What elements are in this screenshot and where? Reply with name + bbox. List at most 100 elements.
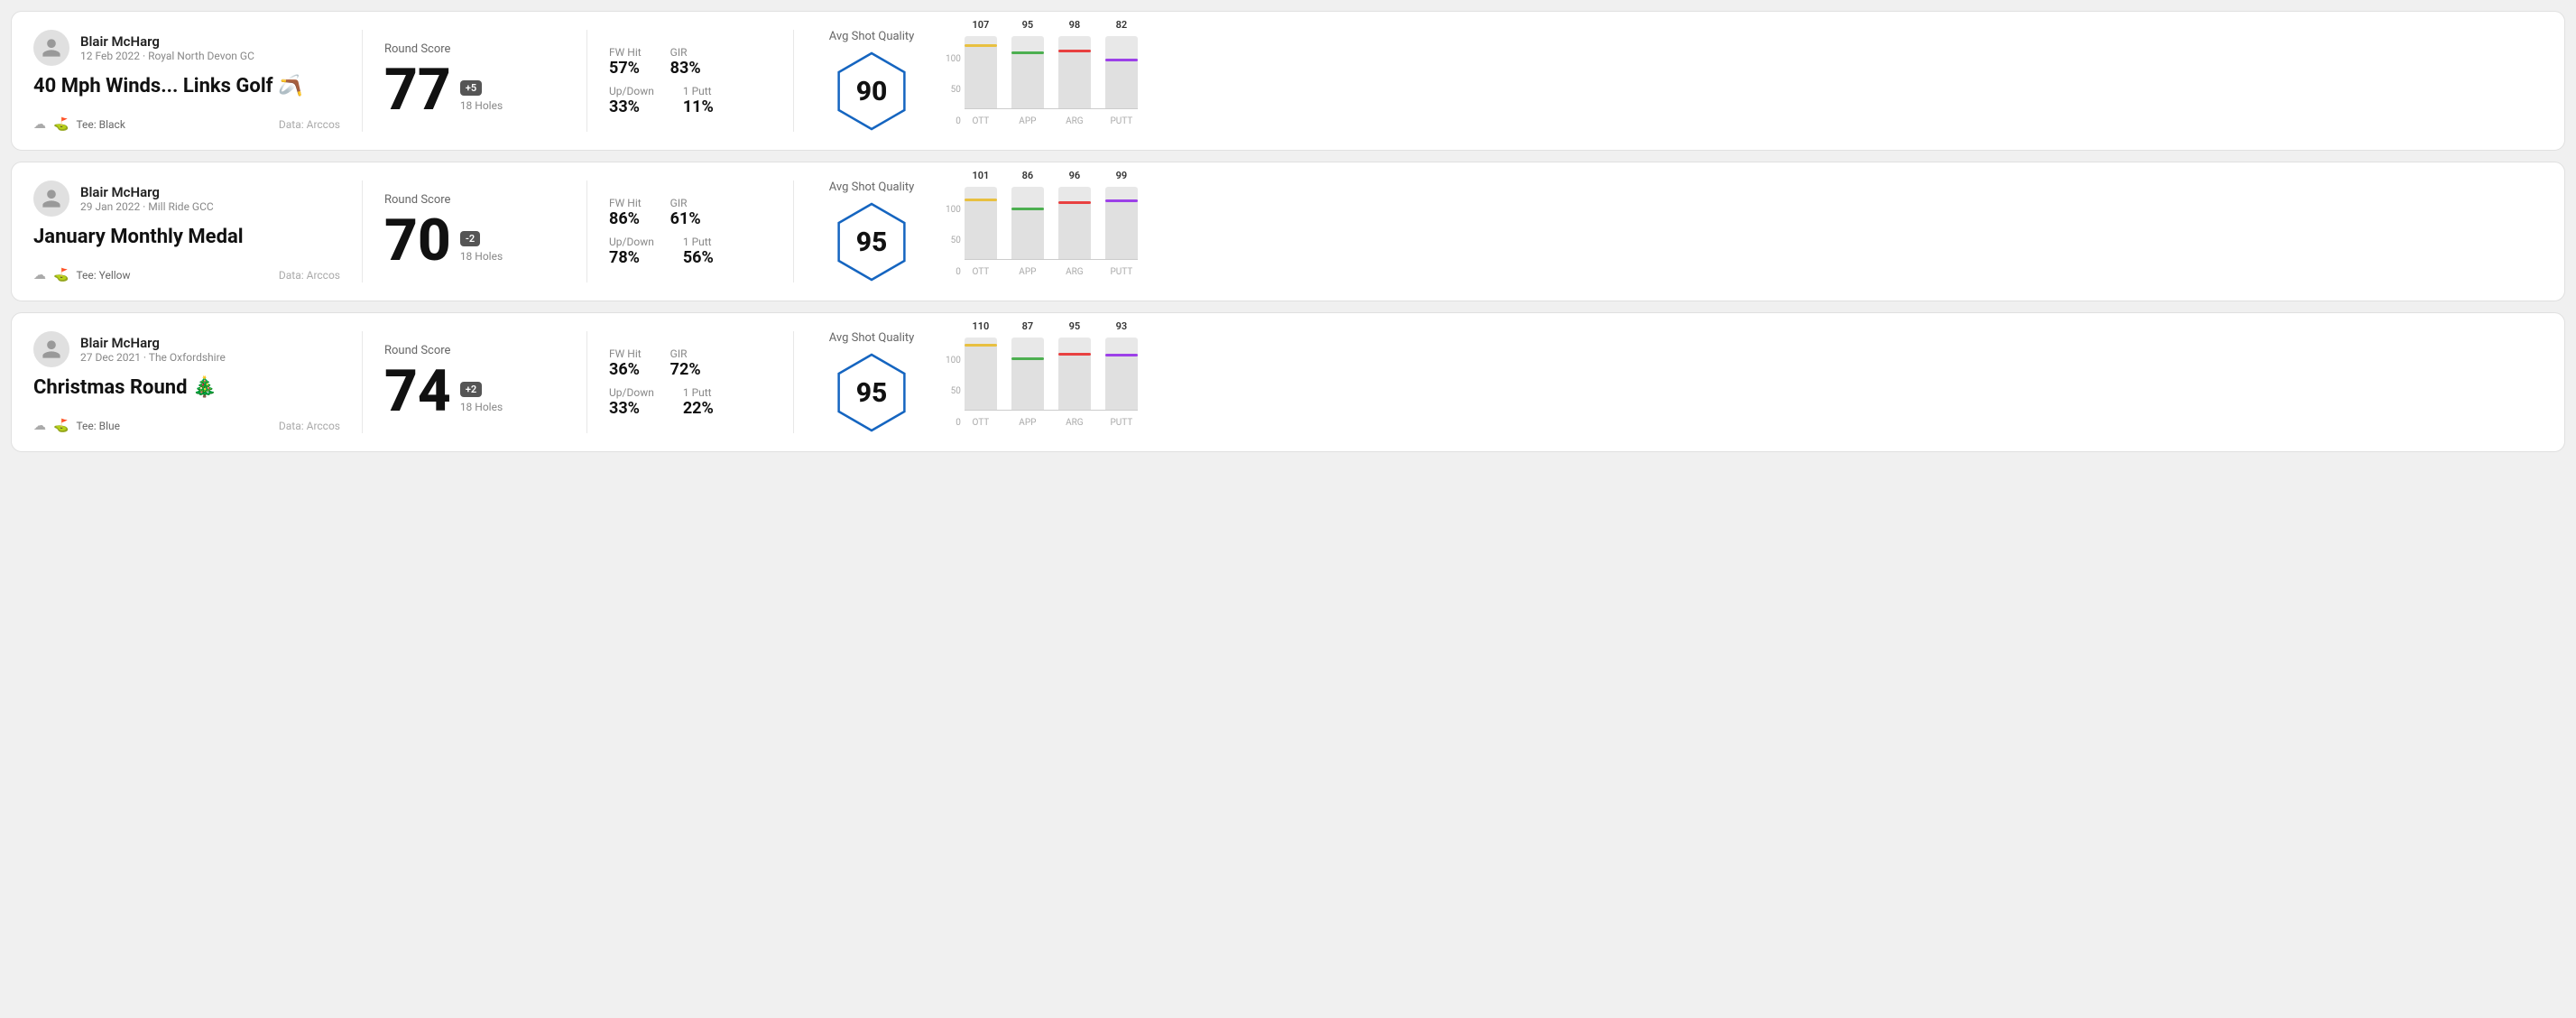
divider-2-1 — [586, 30, 587, 132]
hexagon-score-3: 95 — [856, 377, 888, 409]
cloud-icon-3: ☁ — [33, 419, 46, 433]
bar-value-ott: 101 — [972, 170, 989, 181]
bar-chart-area-1: 100 50 0 107 95 98 82 — [946, 36, 2543, 126]
tee-label-1: Tee: Black — [76, 118, 125, 131]
date-course-3: 27 Dec 2021 · The Oxfordshire — [80, 351, 226, 364]
divider-1-3 — [362, 331, 363, 433]
bar-indicator-ott — [965, 344, 997, 347]
hexagon-score-1: 90 — [856, 76, 888, 107]
bar-group-app: 86 — [1011, 170, 1044, 259]
bar-indicator-arg — [1058, 353, 1091, 356]
bar-fill-app — [1011, 51, 1044, 108]
tee-label-2: Tee: Yellow — [76, 269, 130, 282]
oneputt-stat-2: 1 Putt 56% — [683, 236, 714, 267]
score-number-2: 70 — [384, 212, 451, 270]
hexagon-container-1: 90 — [826, 51, 917, 132]
fw-hit-label-3: FW Hit — [609, 347, 642, 360]
bars-row: 110 87 95 93 — [965, 338, 1138, 410]
score-badge-3: +2 — [460, 382, 482, 397]
round-card-2: Blair McHarg 29 Jan 2022 · Mill Ride GCC… — [11, 162, 2565, 301]
bar-group-app: 95 — [1011, 19, 1044, 108]
score-badge-holes-1: +5 18 Holes — [460, 80, 503, 112]
x-label-app: APP — [1011, 116, 1044, 126]
person-icon — [41, 338, 62, 360]
y-axis: 100 50 0 — [946, 54, 961, 126]
bars-and-labels: 101 86 96 99 OTTAPPARGPUTT — [965, 187, 1138, 277]
bar-fill-arg — [1058, 50, 1091, 108]
bar-group-putt: 99 — [1105, 170, 1138, 259]
x-axis-line — [965, 410, 1138, 411]
tee-info-2: ☁ ⛳ Tee: Yellow — [33, 268, 131, 282]
y-label-50: 50 — [946, 386, 961, 396]
y-label-100: 100 — [946, 54, 961, 64]
stats-section-1: FW Hit 57% GIR 83% Up/Down 33% 1 Putt 11… — [609, 30, 771, 132]
bar-value-ott: 107 — [972, 19, 989, 31]
oneputt-stat-1: 1 Putt 11% — [683, 85, 714, 116]
score-label-3: Round Score — [384, 344, 565, 357]
player-info-1: Blair McHarg 12 Feb 2022 · Royal North D… — [80, 33, 254, 62]
player-header-1: Blair McHarg 12 Feb 2022 · Royal North D… — [33, 30, 340, 66]
bar-chart: 100 50 0 107 95 98 82 — [946, 36, 2543, 126]
player-section-1: Blair McHarg 12 Feb 2022 · Royal North D… — [33, 30, 340, 132]
bar-indicator-ott — [965, 199, 997, 201]
gir-label-1: GIR — [670, 46, 701, 59]
bar-indicator-putt — [1105, 199, 1138, 202]
tee-icon-2: ⛳ — [53, 268, 69, 282]
bar-value-putt: 99 — [1116, 170, 1128, 181]
bar-group-putt: 82 — [1105, 19, 1138, 108]
oneputt-value-1: 11% — [683, 97, 714, 116]
bar-wrapper-app — [1011, 338, 1044, 410]
chart-section-3: Avg Shot Quality 95 100 50 0 110 87 — [816, 331, 2543, 433]
fw-hit-stat-1: FW Hit 57% — [609, 46, 642, 78]
tee-icon-3: ⛳ — [53, 419, 69, 433]
score-badge-holes-3: +2 18 Holes — [460, 382, 503, 413]
bar-group-app: 87 — [1011, 320, 1044, 410]
bar-indicator-arg — [1058, 201, 1091, 204]
x-label-ott: OTT — [965, 116, 997, 126]
score-row-2: 70 -2 18 Holes — [384, 212, 565, 270]
quality-section-2: Avg Shot Quality 95 — [826, 180, 917, 282]
oneputt-value-3: 22% — [683, 399, 714, 418]
bar-fill-arg — [1058, 201, 1091, 259]
bar-fill-app — [1011, 357, 1044, 410]
bar-fill-arg — [1058, 353, 1091, 410]
bar-fill-ott — [965, 44, 997, 108]
bar-wrapper-app — [1011, 187, 1044, 259]
round-title-2: January Monthly Medal — [33, 226, 340, 248]
avatar-3 — [33, 331, 69, 367]
x-label-putt: PUTT — [1105, 418, 1138, 428]
divider-2-2 — [586, 180, 587, 282]
updown-label-2: Up/Down — [609, 236, 654, 248]
bar-wrapper-arg — [1058, 187, 1091, 259]
bar-group-arg: 95 — [1058, 320, 1091, 410]
bar-group-arg: 98 — [1058, 19, 1091, 108]
player-name-3: Blair McHarg — [80, 335, 226, 351]
bar-value-app: 87 — [1022, 320, 1034, 332]
fw-hit-stat-2: FW Hit 86% — [609, 197, 642, 228]
divider-1-1 — [362, 30, 363, 132]
player-footer-2: ☁ ⛳ Tee: Yellow Data: Arccos — [33, 268, 340, 282]
player-header-3: Blair McHarg 27 Dec 2021 · The Oxfordshi… — [33, 331, 340, 367]
x-label-putt: PUTT — [1105, 267, 1138, 277]
tee-label-3: Tee: Blue — [76, 420, 120, 432]
divider-1-2 — [362, 180, 363, 282]
updown-label-1: Up/Down — [609, 85, 654, 97]
bar-chart: 100 50 0 101 86 96 99 — [946, 187, 2543, 277]
y-label-0: 0 — [946, 116, 961, 126]
player-name-1: Blair McHarg — [80, 33, 254, 50]
bar-wrapper-putt — [1105, 36, 1138, 108]
holes-text-2: 18 Holes — [460, 250, 503, 263]
tee-info-1: ☁ ⛳ Tee: Black — [33, 117, 125, 132]
updown-stat-2: Up/Down 78% — [609, 236, 654, 267]
score-section-3: Round Score 74 +2 18 Holes — [384, 331, 565, 433]
oneputt-value-2: 56% — [683, 248, 714, 267]
stats-row-1-2: FW Hit 86% GIR 61% — [609, 197, 771, 228]
date-course-1: 12 Feb 2022 · Royal North Devon GC — [80, 50, 254, 62]
gir-stat-1: GIR 83% — [670, 46, 701, 78]
updown-value-3: 33% — [609, 399, 654, 418]
score-badge-2: -2 — [460, 231, 480, 246]
bar-group-ott: 110 — [965, 320, 997, 410]
stats-row-2-1: Up/Down 33% 1 Putt 11% — [609, 85, 771, 116]
round-card-1: Blair McHarg 12 Feb 2022 · Royal North D… — [11, 11, 2565, 151]
quality-label-2: Avg Shot Quality — [829, 180, 915, 194]
